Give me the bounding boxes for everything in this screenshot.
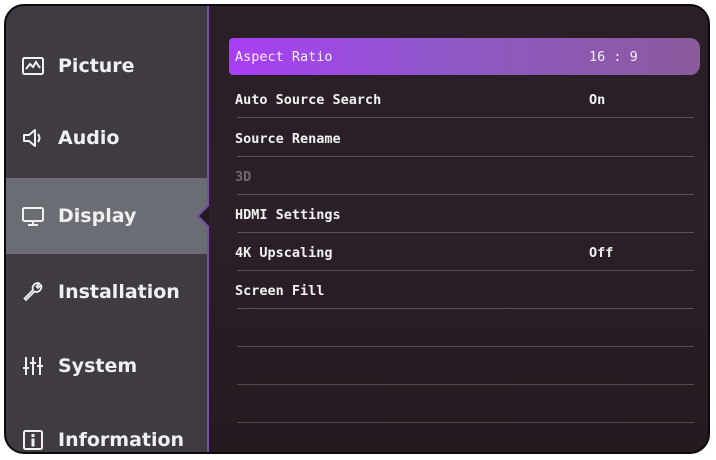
sidebar: Picture Audio Display Installation Syste… [6, 6, 222, 452]
menu-row-auto-source-search[interactable]: Auto Source Search On [229, 81, 700, 118]
row-label: 4K Upscaling [235, 244, 333, 261]
row-label: Aspect Ratio [235, 48, 333, 65]
picture-icon [20, 53, 46, 79]
sidebar-item-installation[interactable]: Installation [6, 254, 207, 330]
menu-row-4k-upscaling[interactable]: 4K Upscaling Off [229, 234, 700, 271]
projector-menu-screen: Picture Audio Display Installation Syste… [4, 4, 710, 454]
sidebar-item-system[interactable]: System [6, 328, 207, 404]
row-label: Auto Source Search [235, 91, 382, 108]
row-label: Source Rename [235, 130, 341, 147]
empty-row-divider [237, 384, 694, 385]
row-label: 3D [235, 168, 252, 185]
empty-row-divider [237, 422, 694, 423]
menu-row-hdmi-settings[interactable]: HDMI Settings [229, 196, 700, 233]
info-icon [20, 427, 46, 452]
sidebar-item-label: System [58, 355, 138, 377]
menu-row-source-rename[interactable]: Source Rename [229, 120, 700, 157]
row-label: HDMI Settings [235, 206, 341, 223]
menu-row-3d: 3D [229, 158, 700, 195]
display-settings-panel: Aspect Ratio 16 : 9 Auto Source Search O… [209, 6, 708, 452]
menu-row-aspect-ratio[interactable]: Aspect Ratio 16 : 9 [229, 38, 700, 75]
sidebar-item-audio[interactable]: Audio [6, 100, 207, 176]
empty-row-divider [237, 346, 694, 347]
monitor-icon [20, 203, 46, 229]
sidebar-item-label: Installation [58, 281, 180, 303]
menu-row-screen-fill[interactable]: Screen Fill [229, 272, 700, 309]
sidebar-item-label: Display [58, 205, 137, 227]
row-value: 16 : 9 [589, 48, 638, 65]
sidebar-item-label: Information [58, 429, 185, 451]
sidebar-item-display[interactable]: Display [6, 178, 222, 254]
row-label: Screen Fill [235, 282, 325, 299]
sidebar-item-label: Picture [58, 55, 135, 77]
speaker-icon [20, 125, 46, 151]
row-value: Off [589, 244, 614, 261]
sidebar-item-information[interactable]: Information [6, 402, 207, 452]
row-value: On [589, 91, 606, 108]
sliders-icon [20, 353, 46, 379]
wrench-icon [20, 279, 46, 305]
sidebar-item-label: Audio [58, 127, 120, 149]
sidebar-item-picture[interactable]: Picture [6, 28, 207, 104]
